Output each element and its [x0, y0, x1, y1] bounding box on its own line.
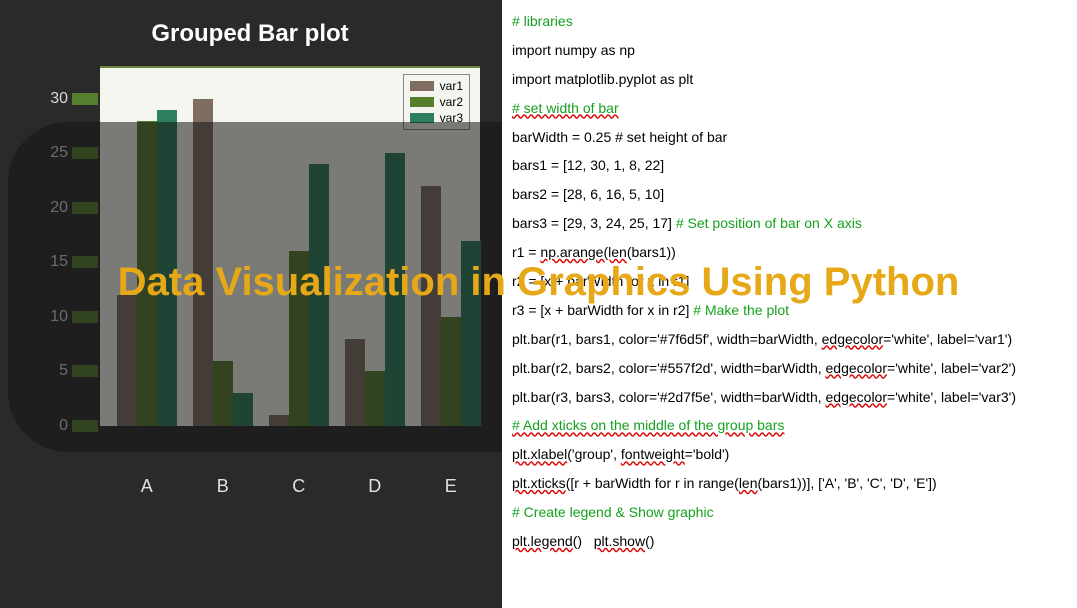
bar-var1 [345, 339, 365, 426]
bar-var1 [269, 415, 289, 426]
legend-swatch [410, 97, 434, 107]
y-tick-mark [72, 93, 98, 105]
code-line: # set width of bar [512, 99, 1067, 118]
code-line: plt.xticks([r + barWidth for r in range(… [512, 474, 1067, 493]
x-label: A [141, 476, 153, 497]
code-line: import numpy as np [512, 41, 1067, 60]
bar-var3 [309, 164, 329, 426]
code-line: # Create legend & Show graphic [512, 503, 1067, 522]
code-line: # Add xticks on the middle of the group … [512, 416, 1067, 435]
y-tick: 25 [38, 144, 68, 162]
y-axis: 0 5 10 15 20 25 30 [30, 66, 70, 466]
code-line: r1 = np.arange(len(bars1)) [512, 243, 1067, 262]
y-tick-mark [72, 202, 98, 214]
code-line: r2 = [x + barWidth for x in r1] [512, 272, 1067, 291]
code-line: bars1 = [12, 30, 1, 8, 22] [512, 156, 1067, 175]
y-tick-mark [72, 311, 98, 323]
bar-var3 [461, 241, 481, 426]
y-tick: 5 [38, 362, 68, 380]
y-tick-mark [72, 256, 98, 268]
code-line: bars2 = [28, 6, 16, 5, 10] [512, 185, 1067, 204]
y-tick: 15 [38, 253, 68, 271]
code-line: # libraries [512, 12, 1067, 31]
x-axis: A B C D E [100, 476, 480, 506]
chart-title: Grouped Bar plot [20, 20, 480, 48]
x-label: B [217, 476, 229, 497]
y-tick-mark [72, 420, 98, 432]
y-tick-mark [72, 365, 98, 377]
bar-var1 [117, 295, 137, 426]
legend: var1var2var3 [403, 74, 470, 130]
legend-label: var2 [440, 94, 463, 110]
code-line: plt.legend() plt.show() [512, 532, 1067, 551]
bar-var2 [137, 121, 157, 426]
code-panel: # libraries import numpy as np import matp… [502, 0, 1077, 608]
y-tick: 0 [38, 417, 68, 435]
code-line: plt.bar(r1, bars1, color='#7f6d5f', widt… [512, 330, 1067, 349]
code-line: barWidth = 0.25 # set height of bar [512, 128, 1067, 147]
y-tick: 10 [38, 308, 68, 326]
code-line: plt.bar(r2, bars2, color='#557f2d', widt… [512, 359, 1067, 378]
y-tick-mark [72, 147, 98, 159]
bar-var2 [289, 251, 309, 426]
legend-label: var1 [440, 78, 463, 94]
code-line: import matplotlib.pyplot as plt [512, 70, 1067, 89]
legend-swatch [410, 113, 434, 123]
legend-item: var2 [410, 94, 463, 110]
y-tick: 30 [38, 90, 68, 108]
bar-var2 [213, 361, 233, 426]
code-line: plt.bar(r3, bars3, color='#2d7f5e', widt… [512, 388, 1067, 407]
chart-area: 051015202530 var1var2var3 ABCDE [30, 66, 480, 466]
bar-var2 [441, 317, 461, 426]
chart-panel: Grouped Bar plot 0 5 10 15 20 25 30 var1var2va… [20, 20, 480, 510]
legend-item: var3 [410, 110, 463, 126]
legend-item: var1 [410, 78, 463, 94]
legend-label: var3 [440, 110, 463, 126]
legend-swatch [410, 81, 434, 91]
code-line: bars3 = [29, 3, 24, 25, 17] # Set positi… [512, 214, 1067, 233]
bar-var1 [421, 186, 441, 426]
x-label: C [292, 476, 305, 497]
x-label: D [368, 476, 381, 497]
plot-region: var1var2var3 [100, 66, 480, 426]
bar-var2 [365, 371, 385, 426]
bar-var1 [193, 99, 213, 426]
code-line: plt.xlabel('group', fontweight='bold') [512, 445, 1067, 464]
bar-var3 [385, 153, 405, 426]
bar-var3 [157, 110, 177, 426]
y-tick: 20 [38, 199, 68, 217]
code-line: r3 = [x + barWidth for x in r2] # Make t… [512, 301, 1067, 320]
x-label: E [445, 476, 457, 497]
bar-var3 [233, 393, 253, 426]
